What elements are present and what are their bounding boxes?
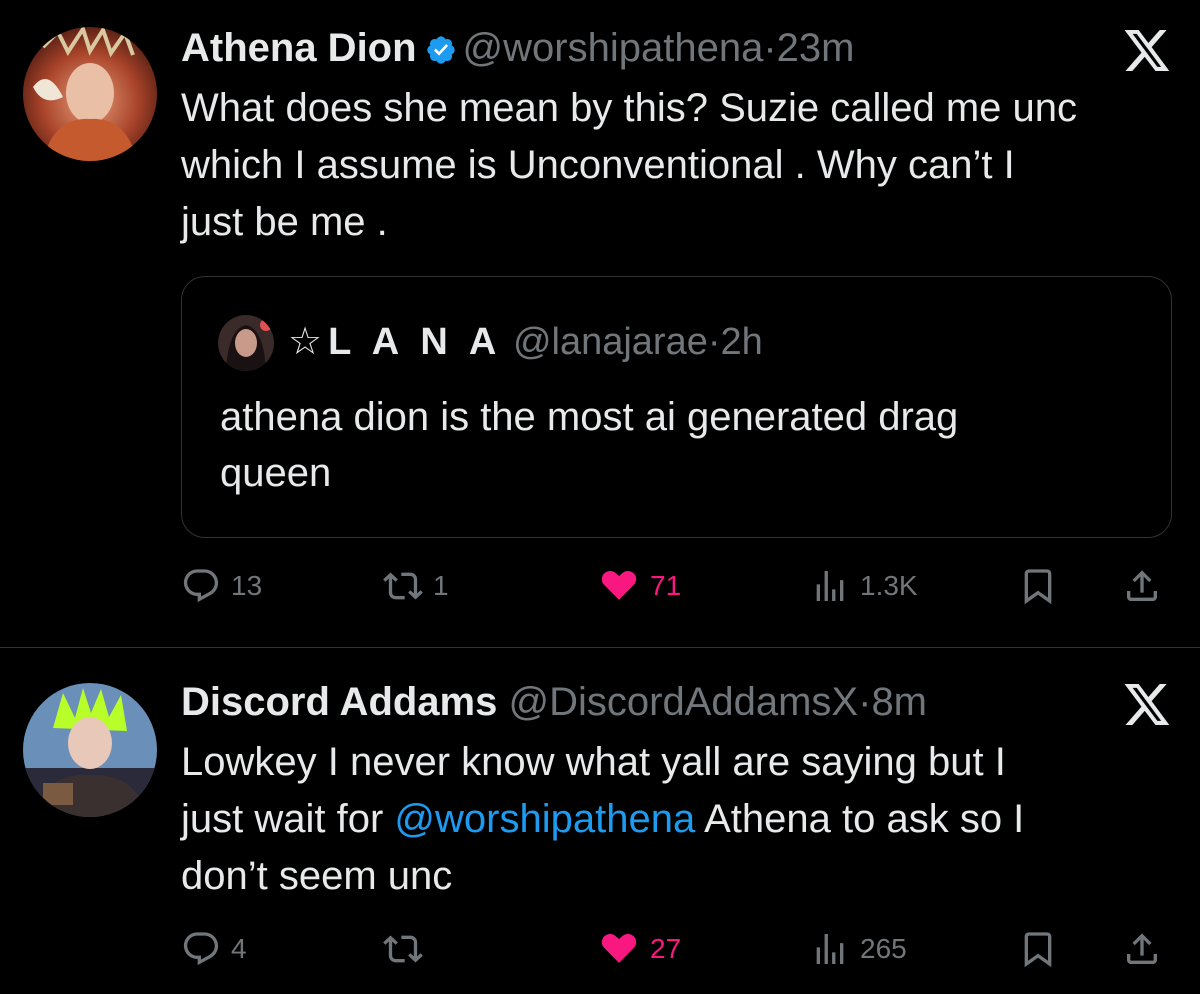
timestamp[interactable]: 8m (871, 680, 927, 724)
author-name[interactable]: Athena Dion (181, 26, 417, 70)
reply-button[interactable]: 13 (181, 566, 262, 606)
quoted-author-name[interactable]: ☆L A N A (288, 321, 502, 363)
athena-avatar[interactable] (23, 27, 157, 161)
heart-icon (598, 929, 640, 969)
reply-button[interactable]: 4 (181, 929, 247, 969)
views-icon (810, 929, 850, 969)
tweet-athena[interactable]: Athena Dion @worshipathena·23m What does … (0, 0, 1200, 647)
tweet-discord[interactable]: Discord Addams @DiscordAddamsX·8m Lowkey… (0, 648, 1200, 994)
quoted-header: ☆L A N A @lanajarae·2h (288, 319, 763, 365)
views-count: 1.3K (860, 570, 918, 601)
quoted-author-handle[interactable]: @lanajarae (513, 321, 708, 363)
like-count: 27 (650, 933, 682, 964)
views-icon (810, 566, 850, 606)
bookmark-button[interactable] (1018, 566, 1058, 606)
lana-avatar[interactable] (218, 315, 274, 371)
x-logo-icon (1122, 28, 1172, 78)
separator-dot: · (707, 321, 721, 363)
views-button[interactable]: 1.3K (810, 566, 918, 606)
repost-button[interactable] (383, 929, 433, 969)
verified-badge-icon (425, 29, 457, 77)
repost-count: 1 (433, 570, 449, 601)
like-count: 71 (650, 570, 682, 601)
separator-dot: · (858, 680, 872, 724)
quoted-tweet-text: athena dion is the most ai generated dra… (220, 395, 959, 495)
repost-button[interactable]: 1 (383, 566, 449, 606)
share-button[interactable] (1122, 929, 1162, 969)
like-button[interactable]: 71 (598, 566, 681, 606)
views-count: 265 (860, 933, 907, 964)
author-handle[interactable]: @DiscordAddamsX (509, 680, 859, 724)
repost-icon (383, 566, 423, 606)
bookmark-button[interactable] (1018, 929, 1058, 969)
tweet-text: What does she mean by this? Suzie called… (181, 86, 1078, 244)
bookmark-icon (1018, 566, 1058, 606)
share-icon (1122, 929, 1162, 969)
reply-count: 13 (231, 570, 263, 601)
like-button[interactable]: 27 (598, 929, 681, 969)
tweet-text: Lowkey I never know what yall are saying… (181, 734, 1181, 905)
reply-count: 4 (231, 933, 247, 964)
timestamp[interactable]: 23m (777, 26, 855, 70)
tweet-header: Discord Addams @DiscordAddamsX·8m (181, 678, 927, 726)
share-button[interactable] (1122, 566, 1162, 606)
tweet-header: Athena Dion @worshipathena·23m (181, 24, 854, 77)
x-logo-icon (1122, 682, 1172, 732)
repost-icon (383, 929, 423, 969)
quoted-timestamp[interactable]: 2h (721, 321, 763, 363)
author-handle[interactable]: @worshipathena (463, 26, 764, 70)
reply-icon (181, 929, 221, 969)
reply-icon (181, 566, 221, 606)
heart-icon (598, 566, 640, 606)
views-button[interactable]: 265 (810, 929, 907, 969)
separator-dot: · (763, 26, 777, 70)
discord-avatar[interactable] (23, 683, 157, 817)
mention-link[interactable]: @worshipathena (394, 797, 695, 841)
author-name[interactable]: Discord Addams (181, 680, 497, 724)
bookmark-icon (1018, 929, 1058, 969)
quoted-tweet[interactable]: ☆L A N A @lanajarae·2h athena dion is th… (181, 276, 1172, 538)
share-icon (1122, 566, 1162, 606)
